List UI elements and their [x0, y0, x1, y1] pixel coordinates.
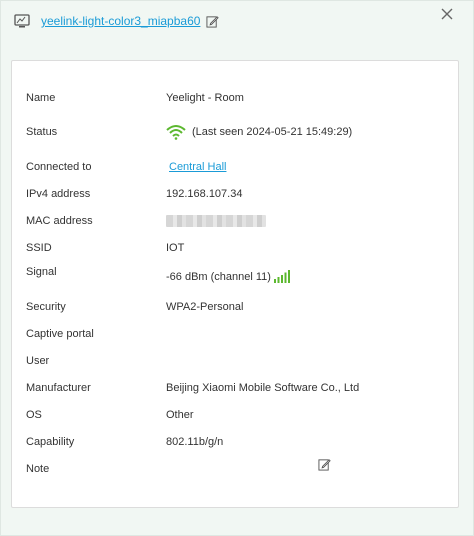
ipv4-label: IPv4 address [26, 188, 91, 200]
device-name-link[interactable]: yeelink-light-color3_miapba60 [41, 14, 200, 28]
row-note: Note [26, 458, 446, 478]
security-label: Security [26, 301, 66, 313]
close-icon[interactable] [439, 6, 455, 22]
capability-value: 802.11b/g/n [166, 436, 224, 448]
row-ssid: SSID IOT [26, 239, 184, 257]
row-manufacturer: Manufacturer Beijing Xiaomi Mobile Softw… [26, 379, 359, 397]
row-capability: Capability 802.11b/g/n [26, 433, 223, 451]
note-edit-icon[interactable] [318, 458, 331, 471]
signal-value-wrap: -66 dBm (channel 11) [166, 270, 290, 283]
capability-label: Capability [26, 436, 75, 448]
row-captive-portal: Captive portal [26, 325, 166, 343]
status-value-wrap: (Last seen 2024-05-21 15:49:29) [166, 124, 352, 140]
signal-label: Signal [26, 266, 57, 278]
connected-link[interactable]: Central Hall [169, 161, 226, 173]
ssid-label: SSID [26, 242, 52, 254]
ssid-value: IOT [166, 242, 185, 254]
mac-value [166, 215, 266, 227]
device-details-card: Name Yeelight - Room Status (Last seen 2… [11, 60, 459, 508]
mac-label: MAC address [26, 215, 93, 227]
row-user: User [26, 352, 166, 370]
connected-label: Connected to [26, 161, 92, 173]
row-os: OS Other [26, 406, 194, 424]
row-ipv4: IPv4 address 192.168.107.34 [26, 185, 242, 203]
row-connected: Connected to Central Hall [26, 158, 226, 176]
manufacturer-label: Manufacturer [26, 382, 91, 394]
os-label: OS [26, 409, 42, 421]
signal-strength-icon [273, 270, 290, 283]
mac-redacted [166, 215, 266, 227]
status-label: Status [26, 126, 58, 138]
row-mac: MAC address [26, 212, 266, 230]
name-label: Name [26, 92, 56, 104]
user-label: User [26, 355, 50, 367]
manufacturer-value: Beijing Xiaomi Mobile Software Co., Ltd [166, 382, 360, 394]
note-label: Note [26, 463, 50, 475]
edit-icon[interactable] [206, 15, 220, 28]
row-status: Status (Last seen 2024-05-21 15:49:29) [26, 123, 352, 141]
panel-header: yeelink-light-color3_miapba60 [13, 9, 220, 33]
signal-value: -66 dBm (channel 11) [166, 270, 271, 283]
captive-portal-label: Captive portal [26, 328, 94, 340]
ipv4-value: 192.168.107.34 [166, 188, 243, 200]
device-detail-panel: yeelink-light-color3_miapba60 Name Yeeli… [0, 0, 474, 536]
status-value: (Last seen 2024-05-21 15:49:29) [192, 126, 353, 138]
row-signal: Signal -66 dBm (channel 11) [26, 266, 290, 284]
os-value: Other [166, 409, 194, 421]
security-value: WPA2-Personal [166, 301, 244, 313]
device-icon [14, 14, 30, 28]
wifi-icon [166, 125, 186, 140]
row-name: Name Yeelight - Room [26, 89, 244, 107]
row-security: Security WPA2-Personal [26, 298, 243, 316]
name-value: Yeelight - Room [166, 92, 244, 104]
